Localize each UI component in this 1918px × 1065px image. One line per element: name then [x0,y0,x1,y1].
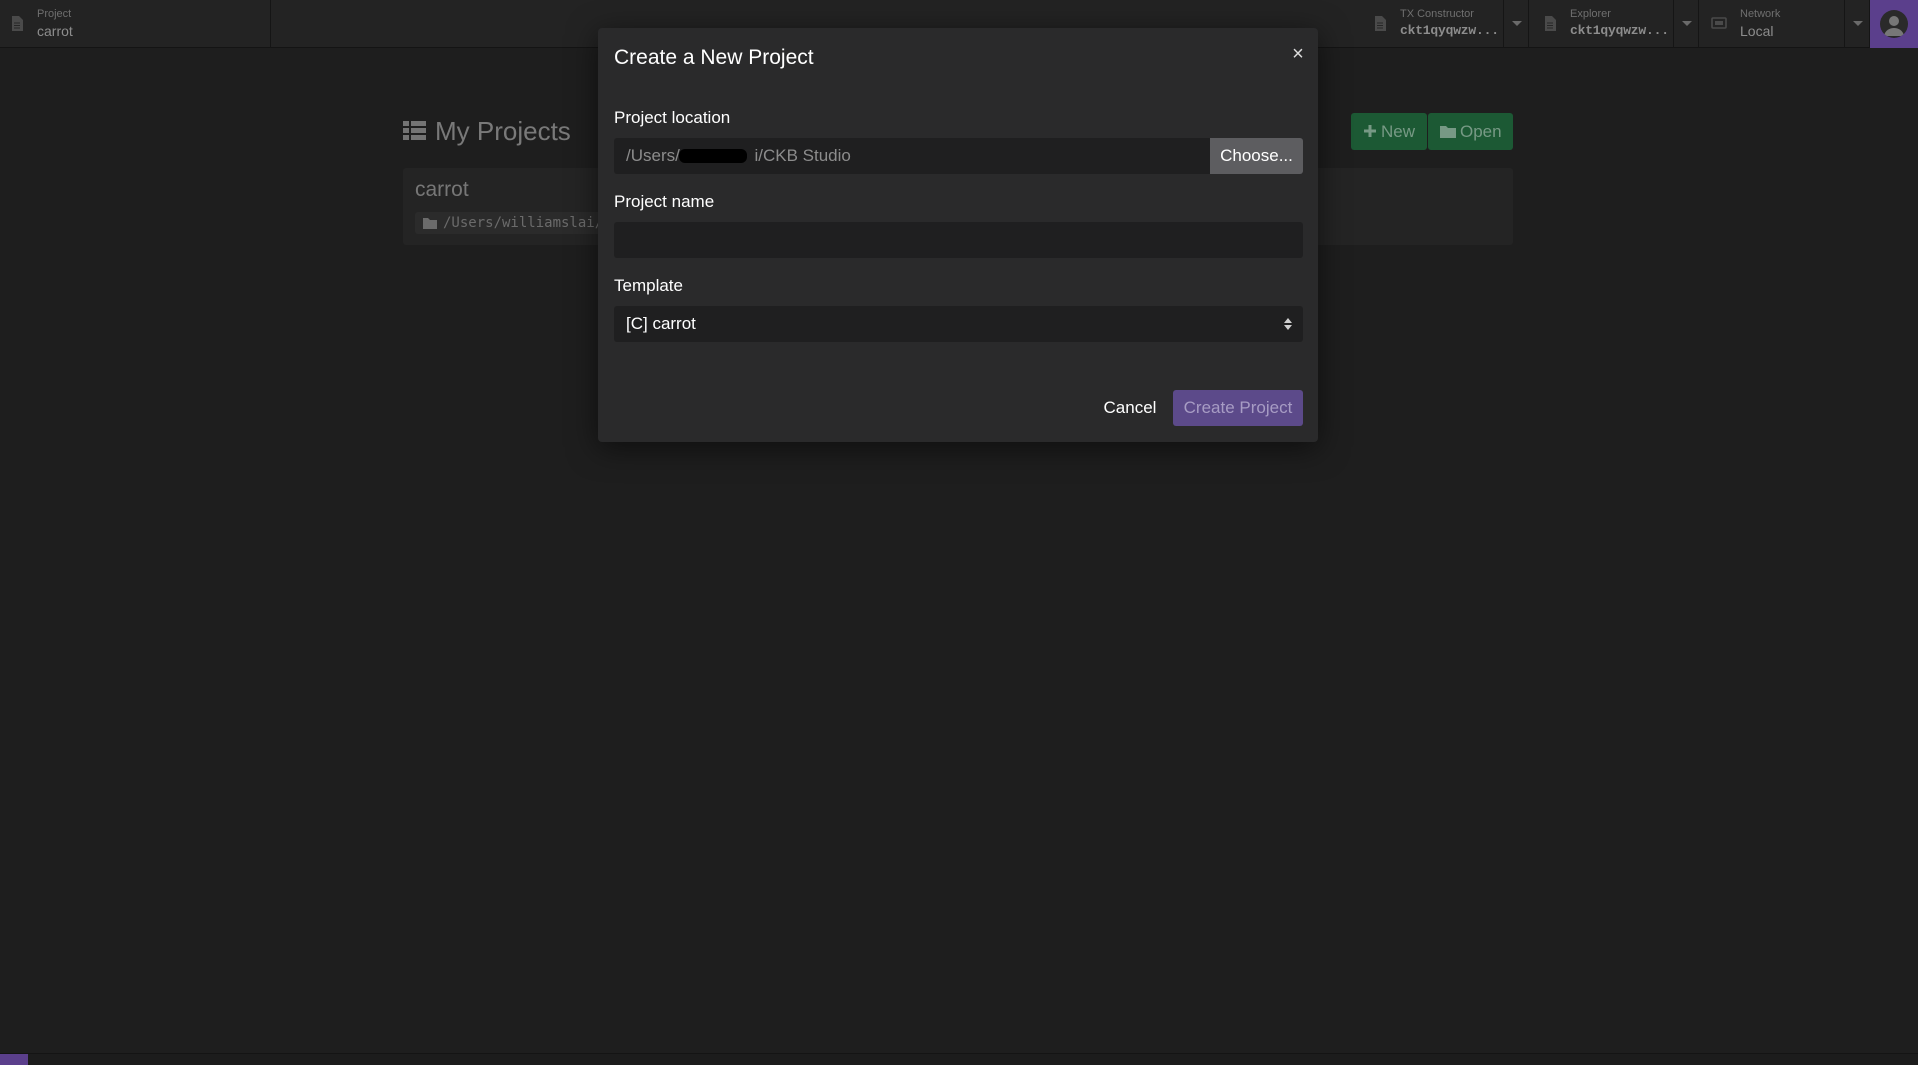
chevron-down-icon[interactable] [1503,0,1529,48]
project-name-label: Project name [614,192,715,211]
project-location-label: Project location [614,108,731,127]
select-arrows-icon [1284,318,1292,330]
cancel-button[interactable]: Cancel [1100,390,1160,426]
dialog-title: Create a New Project [614,46,814,69]
template-selected-value: [C] carrot [626,314,696,333]
file-icon [1545,16,1556,31]
explorer-label: Explorer [1570,8,1611,20]
chevron-down-icon[interactable] [1844,0,1870,48]
server-icon [1711,17,1727,29]
network-value: Local [1740,23,1774,39]
template-select[interactable]: [C] carrot [614,306,1303,342]
status-badge[interactable] [0,1054,28,1065]
explorer-value: ckt1qyqwzw... [1570,23,1669,38]
project-value: carrot [37,23,73,39]
network-label: Network [1740,8,1781,20]
create-project-button[interactable]: Create Project [1173,390,1303,426]
file-icon [1375,16,1386,31]
tx-constructor-value: ckt1qyqwzw... [1400,23,1499,38]
choose-location-button[interactable]: Choose... [1210,138,1303,174]
user-menu-button[interactable] [1870,0,1918,48]
redaction-mark [679,149,747,163]
explorer-selector[interactable]: Explorer ckt1qyqwzw... [1529,0,1699,48]
tx-constructor-label: TX Constructor [1400,8,1474,20]
chevron-down-icon[interactable] [1673,0,1699,48]
create-project-dialog: Create a New Project × Project location … [598,28,1318,442]
close-icon[interactable]: × [1288,44,1308,64]
project-label: Project [37,8,72,20]
user-icon [1880,10,1908,38]
file-icon [12,16,23,31]
project-name-input[interactable] [614,222,1303,258]
project-selector[interactable]: Project carrot [0,0,271,48]
status-bar [0,1053,1918,1065]
network-selector[interactable]: Network Local [1699,0,1870,48]
template-label: Template [614,276,683,295]
tx-constructor-selector[interactable]: TX Constructor ckt1qyqwzw... [1359,0,1529,48]
